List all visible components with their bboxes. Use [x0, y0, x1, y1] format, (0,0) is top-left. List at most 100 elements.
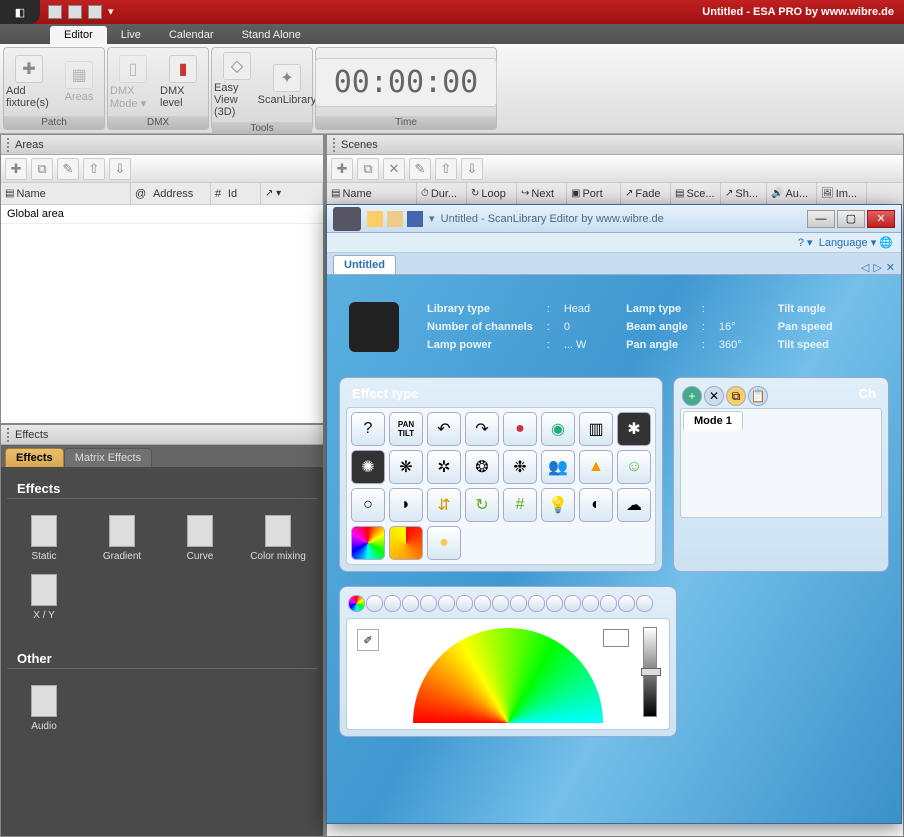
et-face-icon[interactable]: ☺	[617, 450, 651, 484]
tab-calendar[interactable]: Calendar	[155, 26, 228, 44]
et-wheel1-icon[interactable]	[351, 526, 385, 560]
effect-static[interactable]: Static	[5, 509, 83, 568]
dmx-mode-button[interactable]: ▯DMX Mode ▾	[108, 48, 158, 116]
et-prism-icon[interactable]: ▲	[579, 450, 613, 484]
scene-del-icon[interactable]: ✕	[383, 158, 405, 180]
add-fixtures-button[interactable]: ✚Add fixture(s)	[4, 48, 54, 116]
scene-down-icon[interactable]: ⇩	[461, 158, 483, 180]
et-half-icon[interactable]: ◗	[389, 488, 423, 522]
col-address[interactable]: @ Address	[131, 183, 211, 204]
effect-gradient[interactable]: Gradient	[83, 509, 161, 568]
ct-15-icon[interactable]	[618, 595, 635, 612]
scanlib-titlebar[interactable]: ▾ Untitled - ScanLibrary Editor by www.w…	[327, 205, 901, 233]
ct-9-icon[interactable]	[510, 595, 527, 612]
tab-prev-icon[interactable]: ◁	[861, 261, 869, 274]
tab-standalone[interactable]: Stand Alone	[228, 26, 315, 44]
grip-icon[interactable]	[7, 138, 11, 152]
brightness-slider[interactable]	[643, 627, 657, 717]
et-gobo4-icon[interactable]: ✲	[427, 450, 461, 484]
ct-11-icon[interactable]	[546, 595, 563, 612]
tab-editor[interactable]: Editor	[50, 26, 107, 44]
ct-16-icon[interactable]	[636, 595, 653, 612]
et-gobo5-icon[interactable]: ❂	[465, 450, 499, 484]
language-menu[interactable]: Language ▾	[819, 236, 877, 249]
col-extra[interactable]: ↗ ▾	[261, 183, 323, 204]
area-down-icon[interactable]: ⇩	[109, 158, 131, 180]
area-edit-icon[interactable]: ✎	[57, 158, 79, 180]
et-halfcircle-icon[interactable]: ◐	[579, 488, 613, 522]
mode-del-icon[interactable]: ✕	[704, 386, 724, 406]
ct-12-icon[interactable]	[564, 595, 581, 612]
area-dup-icon[interactable]: ⧉	[31, 158, 53, 180]
scanlibrary-button[interactable]: ✦ScanLibrary	[262, 48, 312, 122]
ct-1-icon[interactable]	[366, 595, 383, 612]
et-lamp-icon[interactable]: 💡	[541, 488, 575, 522]
ct-5-icon[interactable]	[438, 595, 455, 612]
tab-close-icon[interactable]: ✕	[886, 261, 895, 274]
areas-list[interactable]: Global area	[1, 205, 323, 423]
et-gobo3-icon[interactable]: ❋	[389, 450, 423, 484]
col-au[interactable]: 🔊 Au...	[767, 183, 817, 204]
minimize-button[interactable]: —	[807, 210, 835, 228]
col-loop[interactable]: ↻ Loop	[467, 183, 517, 204]
app-icon[interactable]: ◧	[0, 0, 40, 24]
et-spot-icon[interactable]: ●	[427, 526, 461, 560]
ct-4-icon[interactable]	[420, 595, 437, 612]
maximize-button[interactable]: ▢	[837, 210, 865, 228]
scanlib-qat-drop[interactable]: ▾	[429, 212, 441, 225]
et-pantilt-icon[interactable]: PAN TILT	[389, 412, 423, 446]
et-gobo6-icon[interactable]: ❉	[503, 450, 537, 484]
help-menu[interactable]: ? ▾	[798, 236, 813, 249]
et-shutter-icon[interactable]: ▥	[579, 412, 613, 446]
effect-colormix[interactable]: Color mixing	[239, 509, 317, 568]
ct-wheel-icon[interactable]	[348, 595, 365, 612]
col-duration[interactable]: ⏱ Dur...	[417, 183, 467, 204]
scene-edit-icon[interactable]: ✎	[409, 158, 431, 180]
ct-6-icon[interactable]	[456, 595, 473, 612]
dmx-level-button[interactable]: ▮DMX level	[158, 48, 208, 116]
mode-add-icon[interactable]: +	[682, 386, 702, 406]
col-im[interactable]: 🖼 Im...	[817, 183, 867, 204]
et-wheel2-icon[interactable]	[389, 526, 423, 560]
scanlib-open-icon[interactable]	[387, 211, 403, 227]
color-halfwheel[interactable]	[413, 628, 603, 723]
col-fade[interactable]: ↗ Fade	[621, 183, 671, 204]
col-sh[interactable]: ↗ Sh...	[721, 183, 767, 204]
et-hash-icon[interactable]: #	[503, 488, 537, 522]
scanlib-new-icon[interactable]	[367, 211, 383, 227]
et-color2-icon[interactable]: ◉	[541, 412, 575, 446]
et-cloud-icon[interactable]: ☁	[617, 488, 651, 522]
ct-2-icon[interactable]	[384, 595, 401, 612]
grip-icon[interactable]	[333, 138, 337, 152]
areas-button[interactable]: ▦Areas	[54, 48, 104, 116]
mode-copy-icon[interactable]: ⧉	[726, 386, 746, 406]
col-name[interactable]: ▤ Name	[327, 183, 417, 204]
effect-xy[interactable]: X / Y	[5, 568, 83, 627]
ct-13-icon[interactable]	[582, 595, 599, 612]
ct-3-icon[interactable]	[402, 595, 419, 612]
et-unknown-icon[interactable]: ?	[351, 412, 385, 446]
effect-curve[interactable]: Curve	[161, 509, 239, 568]
ct-8-icon[interactable]	[492, 595, 509, 612]
col-sce[interactable]: ▤ Sce...	[671, 183, 721, 204]
ct-14-icon[interactable]	[600, 595, 617, 612]
area-add-icon[interactable]: ✚	[5, 158, 27, 180]
col-port[interactable]: ▣ Port	[567, 183, 621, 204]
mode-paste-icon[interactable]: 📋	[748, 386, 768, 406]
scanlib-save-icon[interactable]	[407, 211, 423, 227]
tab-live[interactable]: Live	[107, 26, 155, 44]
globe-icon[interactable]: 🌐	[879, 236, 893, 249]
mode-tab-1[interactable]: Mode 1	[683, 411, 743, 430]
qat-dropdown-icon[interactable]: ▾	[108, 5, 114, 19]
et-rotl-icon[interactable]: ↶	[427, 412, 461, 446]
et-updown-icon[interactable]: ⇵	[427, 488, 461, 522]
doc-tab-untitled[interactable]: Untitled	[333, 255, 396, 274]
qat-new-icon[interactable]	[48, 5, 62, 19]
grip-icon[interactable]	[7, 428, 11, 442]
easyview-button[interactable]: ◇Easy View (3D)	[212, 48, 262, 122]
effect-audio[interactable]: Audio	[5, 679, 83, 738]
tab-next-icon[interactable]: ▷	[873, 261, 881, 274]
qat-save-icon[interactable]	[88, 5, 102, 19]
et-rotr-icon[interactable]: ↷	[465, 412, 499, 446]
ct-10-icon[interactable]	[528, 595, 545, 612]
